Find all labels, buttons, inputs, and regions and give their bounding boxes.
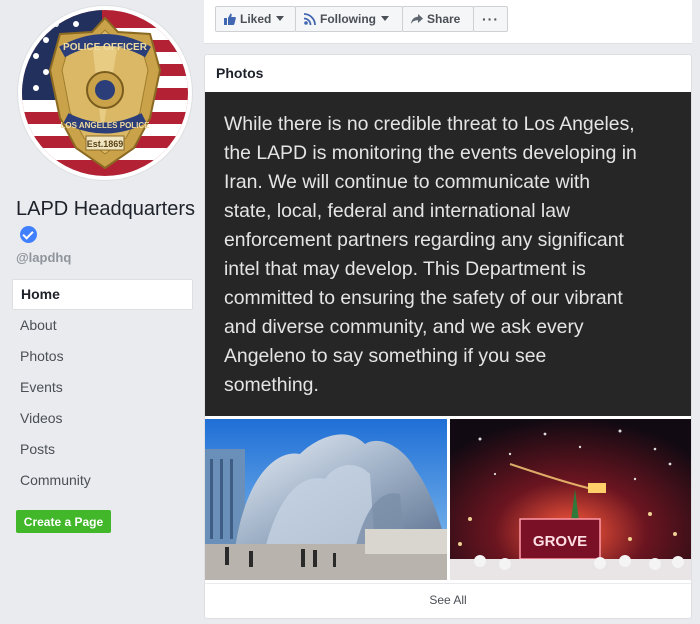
photos-card-title[interactable]: Photos	[216, 65, 263, 81]
share-button[interactable]: Share	[402, 6, 474, 32]
share-label: Share	[427, 12, 461, 26]
statement-photo[interactable]: While there is no credible threat to Los…	[205, 92, 691, 416]
nav-item-posts[interactable]: Posts	[12, 434, 193, 465]
following-label: Following	[320, 12, 376, 26]
chevron-down-icon	[276, 16, 285, 21]
verified-badge-icon	[20, 226, 37, 243]
page-action-bar: Liked Following Share ···	[204, 0, 692, 44]
concert-hall-photo[interactable]	[205, 419, 447, 580]
nav-item-community[interactable]: Community	[12, 465, 193, 496]
share-arrow-icon	[411, 9, 423, 33]
page-name-text: LAPD Headquarters	[16, 198, 195, 220]
more-options-button[interactable]: ···	[473, 6, 508, 32]
card-divider	[205, 583, 691, 584]
nav-item-home[interactable]: Home	[12, 279, 193, 310]
page-handle[interactable]: @lapdhq	[16, 250, 71, 265]
grove-christmas-photo[interactable]: GROVE	[450, 419, 691, 580]
liked-label: Liked	[240, 12, 272, 26]
badge-text-top: POLICE OFFICER	[63, 42, 148, 53]
badge-text-est: Est.1869	[87, 139, 124, 149]
page-title[interactable]: LAPD Headquarters	[16, 196, 196, 250]
nav-item-videos[interactable]: Videos	[12, 403, 193, 434]
thumbs-up-icon	[224, 9, 236, 33]
badge-text-bottom: LOS ANGELES POLICE	[60, 121, 150, 130]
nav-item-events[interactable]: Events	[12, 372, 193, 403]
photos-card: Photos While there is no credible threat…	[204, 54, 692, 619]
nav-item-photos[interactable]: Photos	[12, 341, 193, 372]
page-navigation: Home About Photos Events Videos Posts Co…	[12, 279, 193, 496]
profile-picture[interactable]: POLICE OFFICER LOS ANGELES POLICE Est.18…	[18, 6, 192, 180]
police-badge-image: POLICE OFFICER LOS ANGELES POLICE Est.18…	[22, 10, 188, 176]
following-button[interactable]: Following	[295, 6, 403, 32]
nav-item-about[interactable]: About	[12, 310, 193, 341]
grove-sign-text: GROVE	[533, 533, 587, 550]
rss-icon	[303, 9, 316, 33]
liked-button[interactable]: Liked	[215, 6, 296, 32]
create-page-button[interactable]: Create a Page	[16, 510, 111, 533]
chevron-down-icon	[381, 16, 389, 21]
left-column: POLICE OFFICER LOS ANGELES POLICE Est.18…	[0, 0, 200, 624]
see-all-link[interactable]: See All	[205, 593, 691, 607]
